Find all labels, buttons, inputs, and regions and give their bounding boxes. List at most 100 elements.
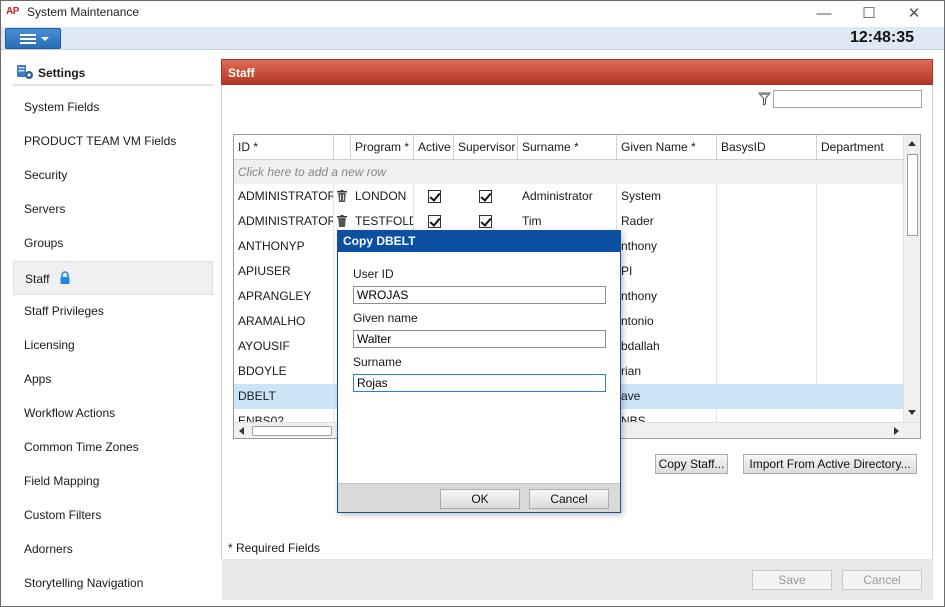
delete-icon[interactable] (337, 190, 347, 202)
nav-item-staff[interactable]: Staff (13, 261, 213, 295)
cell-given-name: System (617, 184, 717, 209)
column-header-action[interactable] (334, 135, 351, 160)
nav-item-adorners[interactable]: Adorners (13, 532, 213, 566)
import-active-directory-button[interactable]: Import From Active Directory... (743, 454, 917, 474)
cell-id: ANTHONYP (234, 234, 334, 259)
ok-button[interactable]: OK (440, 489, 520, 509)
nav-item-field-mapping[interactable]: Field Mapping (13, 464, 213, 498)
filter-input[interactable] (773, 90, 922, 108)
supervisor-checkbox[interactable] (479, 190, 492, 203)
nav-item-custom-filters[interactable]: Custom Filters (13, 498, 213, 532)
title-bar: AP System Maintenance — ☐ ✕ (1, 1, 944, 27)
save-button[interactable]: Save (752, 570, 832, 590)
cell-id: ADMINISTRATOR (234, 184, 334, 209)
nav-item-product-team-vm-fields[interactable]: PRODUCT TEAM VM Fields (13, 124, 213, 158)
nav-item-apps[interactable]: Apps (13, 362, 213, 396)
cell-given-name: Rader (617, 209, 717, 234)
panel-title: Staff (228, 66, 255, 80)
nav-item-workflow-actions[interactable]: Workflow Actions (13, 396, 213, 430)
user-id-field[interactable] (353, 286, 606, 304)
cell-basysid (717, 209, 817, 234)
nav-item-licensing[interactable]: Licensing (13, 328, 213, 362)
delete-icon[interactable] (337, 215, 347, 227)
vertical-scroll-thumb[interactable] (907, 154, 918, 236)
cell-surname: Administrator (518, 184, 617, 209)
cell-basysid (717, 309, 817, 334)
scroll-left-icon[interactable] (239, 427, 244, 435)
cell-id: ADMINISTRATOR (234, 209, 334, 234)
column-header-surname[interactable]: Surname * (518, 135, 617, 160)
cell-id: ARAMALHO (234, 309, 334, 334)
lock-icon (60, 271, 70, 284)
cell-basysid (717, 384, 817, 409)
cell-basysid (717, 184, 817, 209)
dialog-footer: OK Cancel (338, 483, 620, 512)
dialog-title: Copy DBELT (338, 231, 620, 252)
column-header-program[interactable]: Program * (351, 135, 414, 160)
maximize-button[interactable]: ☐ (849, 2, 889, 26)
clock: 12:48:35 (849, 29, 914, 46)
nav-item-servers[interactable]: Servers (13, 192, 213, 226)
cell-id: APRANGLEY (234, 284, 334, 309)
column-header-id[interactable]: ID * (234, 135, 334, 160)
settings-header: Settings (13, 61, 213, 86)
nav-item-system-fields[interactable]: System Fields (13, 90, 213, 124)
cell-program: LONDON (351, 184, 414, 209)
nav-item-label: Staff (25, 272, 50, 286)
user-id-label: User ID (353, 267, 394, 281)
cell-id: APIUSER (234, 259, 334, 284)
minimize-button[interactable]: — (804, 2, 844, 26)
given-name-field[interactable] (353, 330, 606, 348)
column-header-given-name[interactable]: Given Name * (617, 135, 717, 160)
scroll-down-icon[interactable] (908, 410, 916, 415)
column-header-basysid[interactable]: BasysID (717, 135, 817, 160)
horizontal-scroll-thumb[interactable] (252, 426, 332, 436)
cell-basysid (717, 259, 817, 284)
surname-field[interactable] (353, 374, 606, 392)
surname-label: Surname (353, 355, 402, 369)
nav-item-staff-privileges[interactable]: Staff Privileges (13, 294, 213, 328)
cell-id: DBELT (234, 384, 334, 409)
cell-given-name: nthony (617, 284, 717, 309)
cell-basysid (717, 334, 817, 359)
settings-icon (17, 65, 33, 79)
nav-item-security[interactable]: Security (13, 158, 213, 192)
table-row[interactable]: ADMINISTRATOR LONDON Administrator Syste… (234, 184, 904, 209)
hamburger-icon (20, 34, 36, 44)
app-logo: AP (6, 6, 19, 17)
cell-given-name: PI (617, 259, 717, 284)
cell-given-name: ntonio (617, 309, 717, 334)
column-header-active[interactable]: Active (414, 135, 454, 160)
cancel-button[interactable]: Cancel (842, 570, 922, 590)
cell-id: AYOUSIF (234, 334, 334, 359)
nav-item-common-time-zones[interactable]: Common Time Zones (13, 430, 213, 464)
dialog-cancel-button[interactable]: Cancel (529, 489, 609, 509)
copy-dialog: Copy DBELT User ID Given name Surname OK… (337, 230, 621, 513)
scroll-right-icon[interactable] (894, 427, 899, 435)
scroll-up-icon[interactable] (908, 141, 916, 146)
close-button[interactable]: ✕ (894, 2, 934, 26)
cell-given-name: ave (617, 384, 717, 409)
cell-given-name: bdallah (617, 334, 717, 359)
cell-basysid (717, 359, 817, 384)
menu-strip: 12:48:35 (1, 27, 944, 50)
column-header-department[interactable]: Department (817, 135, 904, 160)
column-header-supervisor[interactable]: Supervisor (454, 135, 518, 160)
cell-given-name: rian (617, 359, 717, 384)
cell-id: BDOYLE (234, 359, 334, 384)
active-checkbox[interactable] (428, 190, 441, 203)
main-menu-button[interactable] (5, 28, 61, 49)
nav-item-groups[interactable]: Groups (13, 226, 213, 260)
window-title: System Maintenance (27, 5, 140, 19)
supervisor-checkbox[interactable] (479, 215, 492, 228)
cell-basysid (717, 234, 817, 259)
nav-item-storytelling-navigation[interactable]: Storytelling Navigation (13, 566, 213, 600)
new-row-placeholder[interactable]: Click here to add a new row (234, 160, 904, 184)
vertical-scrollbar[interactable] (903, 135, 920, 424)
given-name-label: Given name (353, 311, 418, 325)
filter-icon[interactable] (758, 92, 771, 106)
caret-down-icon (41, 37, 49, 41)
copy-staff-button[interactable]: Copy Staff... (655, 454, 728, 474)
staff-panel-header: Staff (221, 59, 933, 85)
active-checkbox[interactable] (428, 215, 441, 228)
